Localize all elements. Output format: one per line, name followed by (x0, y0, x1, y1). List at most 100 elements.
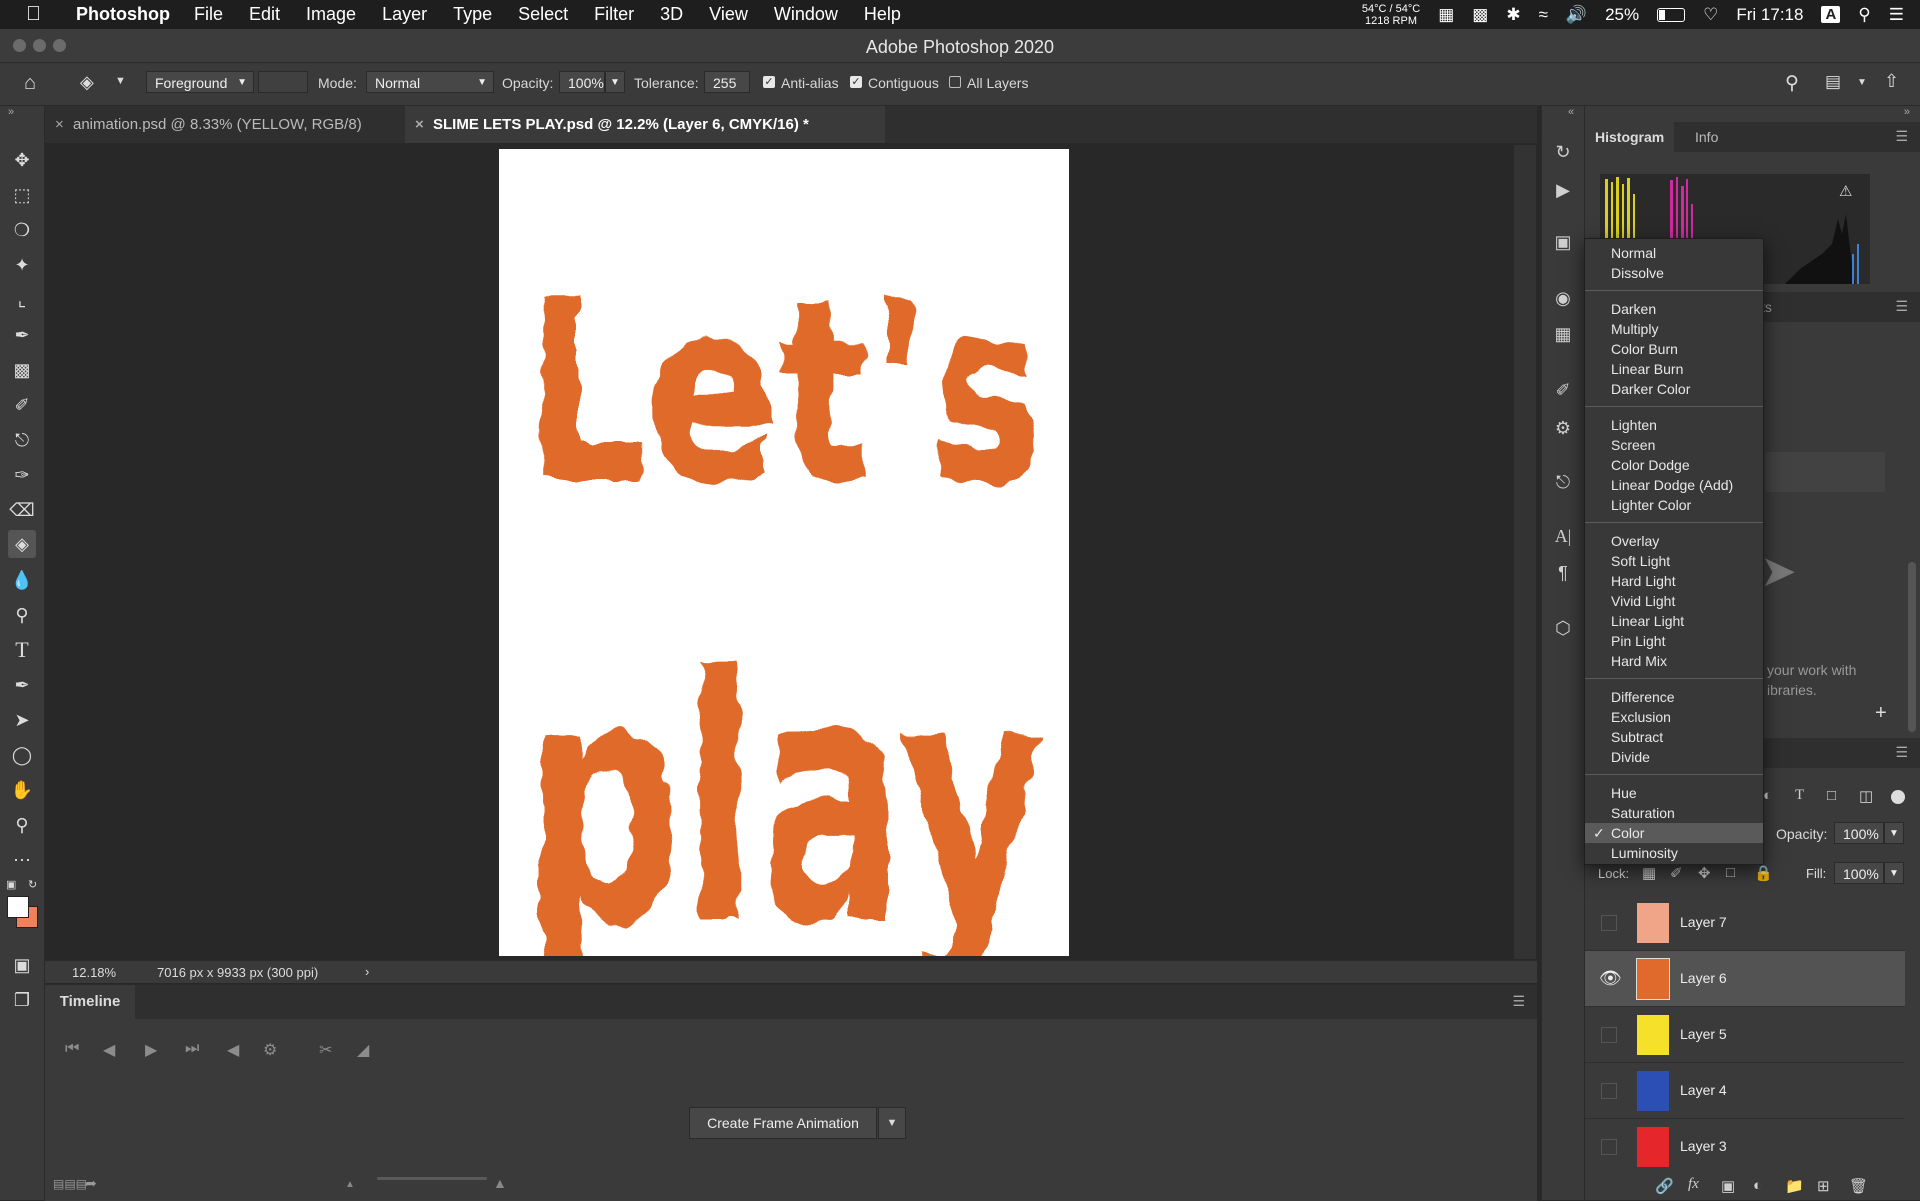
blend-darken[interactable]: Darken (1585, 299, 1763, 319)
apple-icon[interactable]:  (26, 3, 54, 26)
opacity-dropdown[interactable]: ▼ (605, 71, 625, 93)
blend-color-dodge[interactable]: Color Dodge (1585, 455, 1763, 475)
blend-subtract[interactable]: Subtract (1585, 727, 1763, 747)
blend-dissolve[interactable]: Dissolve (1585, 263, 1763, 283)
tab-animation[interactable]: × animation.psd @ 8.33% (YELLOW, RGB/8) (45, 106, 405, 143)
transition-icon[interactable]: ◢ (357, 1040, 369, 1060)
trash-icon[interactable]: 🗑 (1849, 1177, 1868, 1195)
lock-position-icon[interactable]: ✥ (1698, 864, 1711, 882)
character-icon[interactable]: A| (1551, 524, 1575, 548)
battery-percent[interactable]: 25% (1605, 5, 1639, 25)
document-canvas[interactable]: Let's Go play (499, 149, 1069, 1000)
layer-row-5[interactable]: Layer 5 (1585, 1007, 1905, 1063)
paragraph-icon[interactable]: ¶ (1551, 561, 1575, 585)
visibility-toggle[interactable] (1601, 1139, 1617, 1155)
blend-color[interactable]: ✓ Color (1585, 823, 1763, 843)
new-layer-icon[interactable]: ⊞ (1817, 1177, 1830, 1195)
filter-smart-object-icon[interactable]: ◫ (1859, 787, 1873, 805)
layer-name[interactable]: Layer 6 (1680, 970, 1727, 986)
heart-icon[interactable]: ♡ (1703, 5, 1718, 25)
lock-pixels-icon[interactable]: ✐ (1670, 864, 1683, 882)
layer-name[interactable]: Layer 7 (1680, 914, 1727, 930)
layer-name[interactable]: Layer 4 (1680, 1082, 1727, 1098)
share-icon[interactable]: ⇧ (1884, 71, 1899, 92)
brush-settings-icon[interactable]: ✐ (1551, 378, 1575, 402)
eyedropper-icon[interactable]: ✒ (8, 321, 36, 349)
blend-normal[interactable]: Normal (1585, 243, 1763, 263)
layer-row-4[interactable]: Layer 4 (1585, 1063, 1905, 1119)
warning-icon[interactable]: ⚠ (1839, 182, 1852, 200)
pattern-picker[interactable] (258, 71, 308, 93)
tab-slime-lets-play[interactable]: × SLIME LETS PLAY.psd @ 12.2% (Layer 6, … (405, 106, 885, 143)
zoom-out-mountain-icon[interactable]: ▲ (345, 1179, 355, 1190)
blend-saturation[interactable]: Saturation (1585, 803, 1763, 823)
blend-darker-color[interactable]: Darker Color (1585, 379, 1763, 399)
tab-histogram[interactable]: Histogram (1585, 122, 1675, 152)
layer-row-6[interactable]: 👁 Layer 6 (1585, 951, 1905, 1007)
path-selection-icon[interactable]: ➤ (8, 706, 36, 734)
next-frame-icon[interactable]: ⏭ (185, 1040, 199, 1058)
zoom-icon[interactable]: ⚲ (8, 811, 36, 839)
chevron-down-icon[interactable]: ▼ (1857, 77, 1867, 88)
bluetooth-icon[interactable]: ✱ (1506, 5, 1520, 25)
layer-name[interactable]: Layer 3 (1680, 1138, 1727, 1154)
stamp-icon[interactable]: ⎋ (8, 426, 36, 454)
wifi-icon[interactable]: ≈ (1539, 5, 1548, 25)
menu-filter[interactable]: Filter (594, 4, 634, 25)
lock-artboard-icon[interactable]: □ (1726, 864, 1735, 881)
expand-panels-icon[interactable]: » (1904, 106, 1910, 118)
adjustment-layer-icon[interactable]: ◐ (1753, 1177, 1762, 1194)
eraser-icon[interactable]: ⌫ (8, 496, 36, 524)
close-icon[interactable]: × (415, 106, 424, 143)
previous-frame-icon[interactable]: ◀ (103, 1040, 115, 1060)
blend-screen[interactable]: Screen (1585, 435, 1763, 455)
panel-scrollbar[interactable] (1908, 452, 1916, 1152)
clone-source-icon[interactable]: ⎋ (1551, 470, 1575, 494)
fill-source-select[interactable]: Foreground ▼ (146, 71, 254, 93)
animation-type-dropdown[interactable]: ▼ (878, 1107, 906, 1139)
menu-layer[interactable]: Layer (382, 4, 427, 25)
blend-vivid-light[interactable]: Vivid Light (1585, 591, 1763, 611)
lock-transparent-icon[interactable]: ▦ (1642, 864, 1656, 882)
close-icon[interactable]: × (55, 106, 64, 143)
layer-row-7[interactable]: Layer 7 (1585, 895, 1905, 951)
lock-all-icon[interactable]: 🔒 (1754, 864, 1773, 882)
filter-adjustment-icon[interactable]: ◐ (1763, 787, 1772, 804)
display-icon[interactable]: ▩ (1472, 5, 1488, 25)
battery-icon[interactable] (1657, 7, 1686, 22)
layer-opacity-dropdown[interactable]: ▼ (1884, 822, 1904, 844)
panel-menu-icon[interactable]: ☰ (1895, 298, 1908, 315)
cast-icon[interactable]: ▦ (1438, 5, 1454, 25)
link-layers-icon[interactable]: 🔗 (1655, 1177, 1674, 1195)
visibility-toggle[interactable] (1601, 1027, 1617, 1043)
add-mask-icon[interactable]: ▣ (1721, 1177, 1735, 1195)
tolerance-input[interactable]: 255 (704, 71, 750, 93)
default-colors-icon[interactable]: ▣ (6, 878, 16, 891)
blend-linear-burn[interactable]: Linear Burn (1585, 359, 1763, 379)
search-icon[interactable]: ⚲ (1858, 5, 1870, 25)
panel-menu-icon[interactable]: ☰ (1512, 993, 1525, 1010)
healing-icon[interactable]: ▩ (8, 356, 36, 384)
menu-help[interactable]: Help (864, 4, 901, 25)
zoom-level[interactable]: 12.18% (72, 965, 116, 980)
visibility-toggle[interactable] (1601, 915, 1617, 931)
menu-window[interactable]: Window (774, 4, 838, 25)
blend-exclusion[interactable]: Exclusion (1585, 707, 1763, 727)
ellipse-icon[interactable]: ◯ (8, 741, 36, 769)
panel-menu-icon[interactable]: ☰ (1895, 128, 1908, 145)
first-frame-icon[interactable]: ⏮ (65, 1040, 79, 1058)
quick-mask-icon[interactable]: ▣ (8, 951, 36, 979)
input-source-badge[interactable]: A (1821, 6, 1841, 23)
libraries-search-box[interactable] (1765, 452, 1885, 492)
blend-hard-light[interactable]: Hard Light (1585, 571, 1763, 591)
home-icon[interactable]: ⌂ (24, 72, 36, 95)
blend-color-burn[interactable]: Color Burn (1585, 339, 1763, 359)
workspace-icon[interactable]: ▤ (1825, 72, 1841, 92)
opacity-input[interactable]: 100% (559, 71, 605, 93)
control-center-icon[interactable]: ☰ (1889, 5, 1904, 25)
swap-colors-icon[interactable]: ↻ (28, 878, 37, 891)
actions-play-icon[interactable]: ▶ (1551, 178, 1575, 202)
timeline-zoom-slider[interactable] (377, 1177, 487, 1180)
more-tools-icon[interactable]: ⋯ (8, 846, 36, 874)
clock[interactable]: Fri 17:18 (1736, 5, 1803, 25)
